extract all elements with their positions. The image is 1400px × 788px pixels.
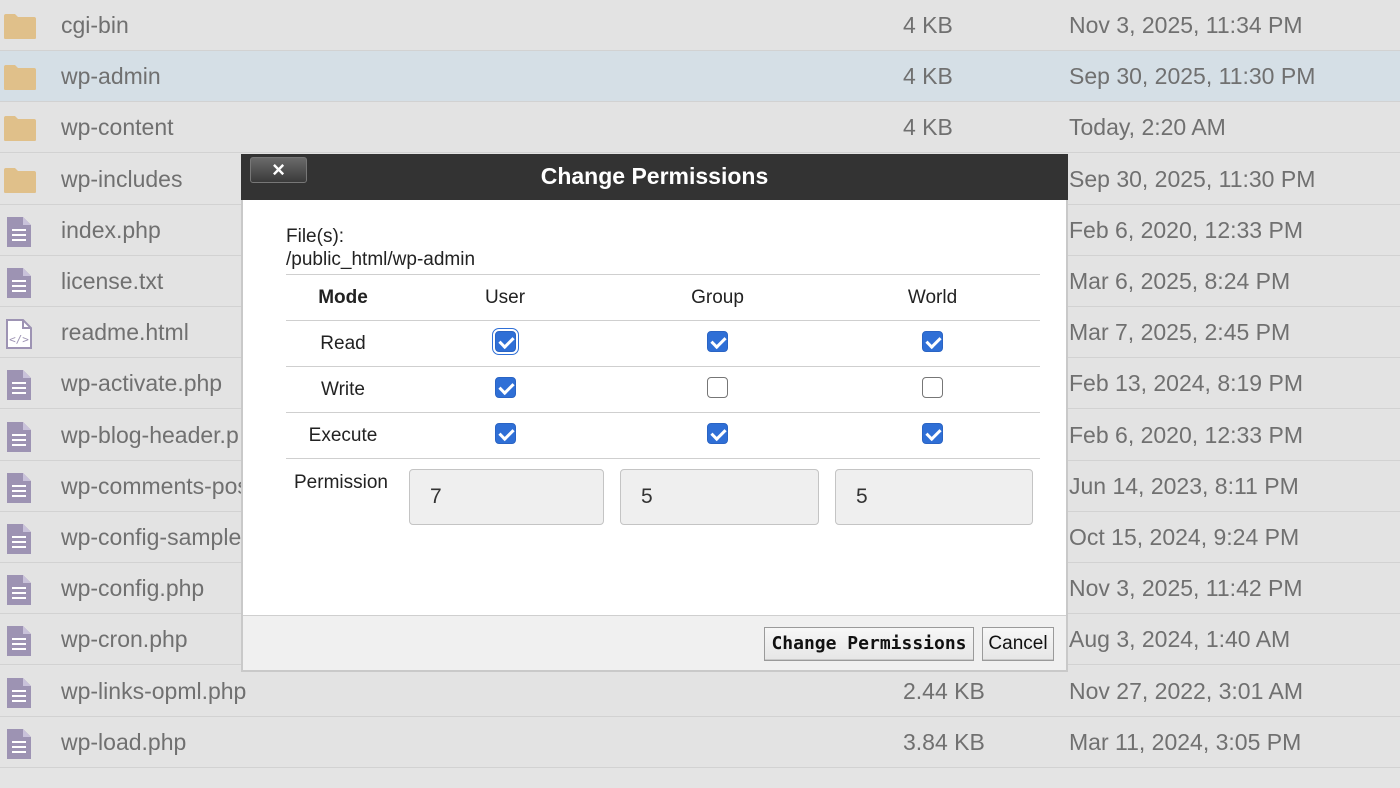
file-name[interactable]: wp-includes xyxy=(61,166,182,193)
change-permissions-button[interactable]: Change Permissions xyxy=(764,627,974,661)
cancel-button[interactable]: Cancel xyxy=(982,627,1054,661)
file-size: 3.84 KB xyxy=(903,728,985,755)
text-file-icon xyxy=(3,626,37,657)
file-name[interactable]: index.php xyxy=(61,217,161,244)
permissions-header-row: Mode User Group World xyxy=(286,274,1040,320)
dialog-title: Change Permissions xyxy=(540,163,769,189)
change-permissions-dialog: Change Permissions × File(s): /public_ht… xyxy=(241,154,1068,672)
file-name[interactable]: readme.html xyxy=(61,319,189,346)
file-size: 4 KB xyxy=(903,63,953,90)
execute-world-checkbox[interactable] xyxy=(922,423,943,445)
file-name[interactable]: wp-cron.php xyxy=(61,626,188,653)
file-name[interactable]: wp-config.php xyxy=(61,575,204,602)
file-date: Nov 3, 2025, 11:42 PM xyxy=(1069,575,1303,602)
mode-label-execute: Execute xyxy=(308,425,378,446)
file-date: Feb 6, 2020, 12:33 PM xyxy=(1069,216,1303,243)
execute-user-checkbox[interactable] xyxy=(494,423,516,445)
read-user-checkbox[interactable] xyxy=(491,328,519,356)
files-path: /public_html/wp-admin xyxy=(286,249,476,270)
text-file-icon xyxy=(3,575,37,606)
user-permission-input[interactable]: 7 xyxy=(409,469,604,525)
header-group: Group xyxy=(691,287,744,308)
file-date: Feb 13, 2024, 8:19 PM xyxy=(1069,370,1303,397)
world-permission-input[interactable]: 5 xyxy=(835,469,1033,525)
file-date: Feb 6, 2020, 12:33 PM xyxy=(1069,421,1303,448)
text-file-icon xyxy=(3,677,37,708)
close-button[interactable]: × xyxy=(250,157,307,183)
permission-row-read: Read xyxy=(286,320,1040,366)
file-size: 4 KB xyxy=(903,12,953,38)
text-file-icon xyxy=(3,216,37,247)
folder-icon xyxy=(3,63,37,91)
header-world: World xyxy=(907,287,958,308)
file-name[interactable]: wp-comments-pos xyxy=(61,473,249,500)
file-name[interactable]: license.txt xyxy=(61,268,163,295)
folder-icon xyxy=(3,114,37,142)
file-name[interactable]: cgi-bin xyxy=(61,12,129,39)
file-date: Mar 6, 2025, 8:24 PM xyxy=(1069,268,1291,294)
file-date: Jun 14, 2023, 8:11 PM xyxy=(1069,472,1299,499)
dialog-titlebar: Change Permissions × xyxy=(241,154,1068,200)
file-name[interactable]: wp-blog-header.p xyxy=(61,422,239,449)
text-file-icon xyxy=(3,421,37,452)
file-date: Mar 11, 2024, 3:05 PM xyxy=(1069,728,1302,755)
text-file-icon xyxy=(3,524,37,554)
file-row[interactable]: cgi-bin 4 KB Nov 3, 2025, 11:34 PM xyxy=(0,0,1400,51)
write-user-checkbox[interactable] xyxy=(494,377,516,399)
file-row[interactable]: wp-links-opml.php 2.44 KB Nov 27, 2022, 3:… xyxy=(0,665,1400,717)
close-icon: × xyxy=(272,157,285,182)
file-date: Today, 2:20 AM xyxy=(1069,114,1226,141)
header-mode: Mode xyxy=(318,287,368,308)
text-file-icon xyxy=(3,370,37,401)
file-date: Sep 30, 2025, 11:30 PM xyxy=(1069,63,1316,90)
permissions-divider xyxy=(286,458,1040,459)
file-date: Nov 27, 2022, 3:01 AM xyxy=(1069,677,1303,704)
header-user: User xyxy=(484,287,526,308)
permission-label: Permission xyxy=(294,472,388,493)
read-world-checkbox[interactable] xyxy=(922,331,943,353)
file-date: Mar 7, 2025, 2:45 PM xyxy=(1069,319,1291,346)
write-group-checkbox[interactable] xyxy=(707,377,728,399)
execute-group-checkbox[interactable] xyxy=(707,423,728,445)
file-date: Oct 15, 2024, 9:24 PM xyxy=(1069,524,1300,550)
mode-label-read: Read xyxy=(320,333,366,354)
file-name[interactable]: wp-activate.php xyxy=(61,370,222,397)
dialog-footer: Change Permissions Cancel xyxy=(243,615,1066,670)
text-file-icon xyxy=(3,728,37,759)
svg-text:</>: </> xyxy=(9,333,29,346)
file-row[interactable]: wp-admin 4 KB Sep 30, 2025, 11:30 PM xyxy=(0,51,1400,103)
group-permission-input[interactable]: 5 xyxy=(620,469,819,525)
permission-row-write: Write xyxy=(286,366,1040,412)
mode-label-write: Write xyxy=(321,379,365,400)
files-label: File(s): xyxy=(286,226,345,247)
write-world-checkbox[interactable] xyxy=(922,377,943,399)
text-file-icon xyxy=(3,268,37,298)
file-name[interactable]: wp-admin xyxy=(61,63,161,90)
permission-row-execute: Execute xyxy=(286,412,1040,458)
code-file-icon: </> xyxy=(3,319,37,350)
file-date: Sep 30, 2025, 11:30 PM xyxy=(1069,165,1316,192)
folder-icon xyxy=(3,166,37,194)
folder-icon xyxy=(3,12,37,40)
file-row[interactable]: wp-load.php 3.84 KB Mar 11, 2024, 3:05 PM xyxy=(0,716,1400,768)
file-size: 4 KB xyxy=(903,114,953,141)
file-name[interactable]: wp-content xyxy=(61,114,174,141)
read-group-checkbox[interactable] xyxy=(707,331,728,353)
file-name[interactable]: wp-links-opml.php xyxy=(61,678,246,705)
file-row[interactable]: wp-content 4 KB Today, 2:20 AM xyxy=(0,102,1400,154)
file-name[interactable]: wp-config-sample xyxy=(61,524,241,551)
file-name[interactable]: wp-load.php xyxy=(61,729,186,756)
file-date: Aug 3, 2024, 1:40 AM xyxy=(1069,626,1291,653)
file-size: 2.44 KB xyxy=(903,677,985,704)
text-file-icon xyxy=(3,472,37,503)
file-date: Nov 3, 2025, 11:34 PM xyxy=(1069,12,1303,38)
